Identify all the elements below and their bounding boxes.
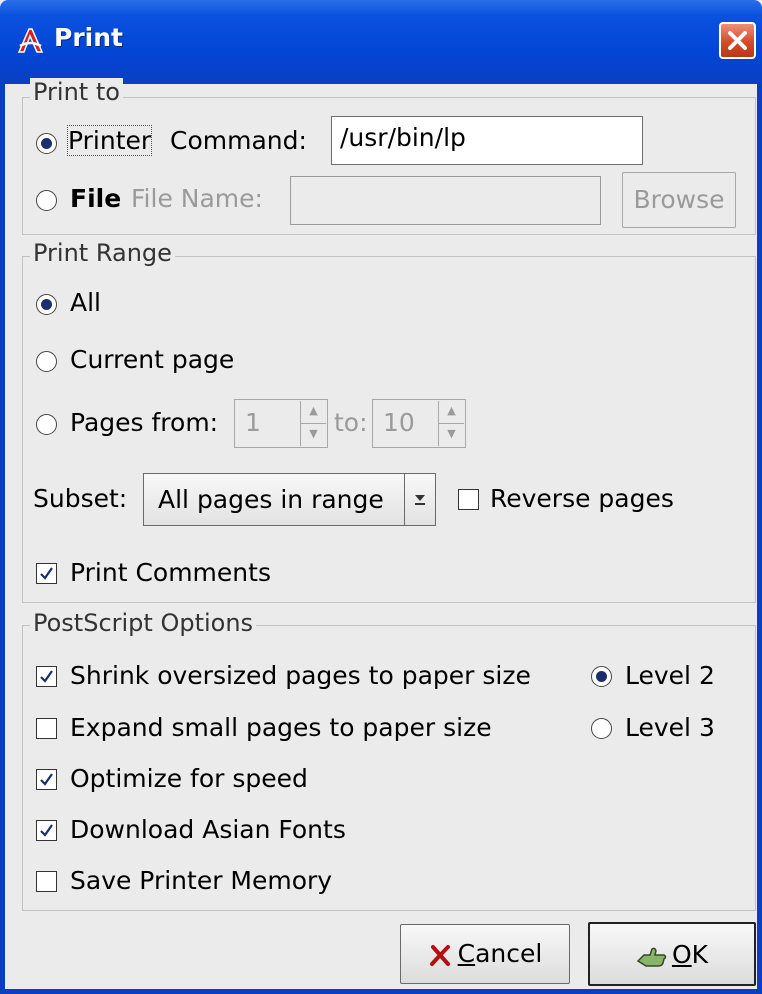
printer-label[interactable]: Printer: [66, 125, 153, 156]
optimize-speed-checkbox[interactable]: [36, 769, 57, 790]
postscript-legend: PostScript Options: [30, 609, 257, 637]
current-page-radio[interactable]: [36, 351, 57, 372]
ok-button[interactable]: OK: [588, 922, 756, 986]
level3-label[interactable]: Level 3: [625, 713, 715, 742]
to-page-value: 10: [383, 408, 415, 437]
cancel-button[interactable]: Cancel: [400, 924, 570, 984]
expand-pages-label[interactable]: Expand small pages to paper size: [70, 713, 492, 742]
checkmark-icon: [40, 773, 53, 786]
ok-label: K: [691, 940, 709, 969]
to-page-spinner[interactable]: 10 ▲ ▼: [372, 399, 466, 448]
save-memory-label[interactable]: Save Printer Memory: [70, 866, 332, 895]
to-spin-arrows[interactable]: ▲ ▼: [438, 401, 464, 446]
shrink-pages-checkbox[interactable]: [36, 666, 57, 687]
asian-fonts-label[interactable]: Download Asian Fonts: [70, 815, 346, 844]
reverse-pages-label[interactable]: Reverse pages: [490, 484, 674, 513]
browse-button[interactable]: Browse: [622, 172, 736, 228]
print-comments-label[interactable]: Print Comments: [70, 558, 271, 587]
pages-from-radio[interactable]: [36, 414, 57, 435]
cancel-mnemonic: C: [457, 939, 476, 968]
all-radio[interactable]: [36, 294, 57, 315]
ok-mnemonic: O: [671, 940, 692, 969]
checkmark-icon: [40, 824, 53, 837]
current-page-label[interactable]: Current page: [70, 345, 234, 374]
title-bar: Print: [0, 0, 762, 84]
all-label[interactable]: All: [70, 288, 101, 317]
expand-pages-checkbox[interactable]: [36, 718, 57, 739]
spin-down-icon[interactable]: ▼: [439, 424, 464, 447]
optimize-speed-label[interactable]: Optimize for speed: [70, 764, 308, 793]
print-range-legend: Print Range: [30, 239, 175, 267]
pages-from-label[interactable]: Pages from:: [70, 408, 218, 437]
checkmark-icon: [40, 567, 53, 580]
acrobat-app-icon: [17, 28, 44, 53]
command-label: Command:: [170, 126, 307, 155]
spin-down-icon[interactable]: ▼: [301, 424, 326, 447]
level2-radio[interactable]: [591, 666, 612, 687]
spin-up-icon[interactable]: ▲: [301, 401, 326, 424]
ok-hand-icon: [636, 947, 667, 967]
subset-dropdown[interactable]: All pages in range: [143, 473, 436, 526]
level2-label[interactable]: Level 2: [625, 661, 715, 690]
print-comments-checkbox[interactable]: [36, 563, 57, 584]
close-icon: [728, 31, 747, 50]
from-spin-arrows[interactable]: ▲ ▼: [300, 401, 326, 446]
command-input[interactable]: /usr/bin/lp: [331, 116, 643, 165]
cancel-label: ancel: [475, 939, 543, 968]
shrink-pages-label[interactable]: Shrink oversized pages to paper size: [70, 661, 531, 690]
reverse-pages-checkbox[interactable]: [458, 489, 479, 510]
cancel-x-icon: [429, 945, 450, 966]
dropdown-arrow[interactable]: [404, 474, 435, 525]
from-page-spinner[interactable]: 1 ▲ ▼: [234, 399, 328, 448]
printer-radio[interactable]: [36, 133, 57, 154]
close-button[interactable]: [719, 22, 756, 59]
print-to-legend: Print to: [30, 78, 123, 106]
checkmark-icon: [40, 670, 53, 683]
file-radio[interactable]: [36, 190, 57, 211]
file-name-input[interactable]: [290, 176, 601, 225]
level3-radio[interactable]: [591, 718, 612, 739]
browse-label: Browse: [633, 185, 725, 214]
file-name-label: File Name:: [131, 184, 263, 213]
chevron-down-icon: [415, 495, 425, 505]
subset-value: All pages in range: [158, 485, 384, 514]
spin-up-icon[interactable]: ▲: [439, 401, 464, 424]
asian-fonts-checkbox[interactable]: [36, 820, 57, 841]
to-label: to:: [334, 408, 368, 437]
save-memory-checkbox[interactable]: [36, 871, 57, 892]
from-page-value: 1: [245, 408, 261, 437]
file-label[interactable]: File: [70, 184, 121, 213]
window-title: Print: [54, 23, 123, 52]
subset-label: Subset:: [33, 484, 128, 513]
